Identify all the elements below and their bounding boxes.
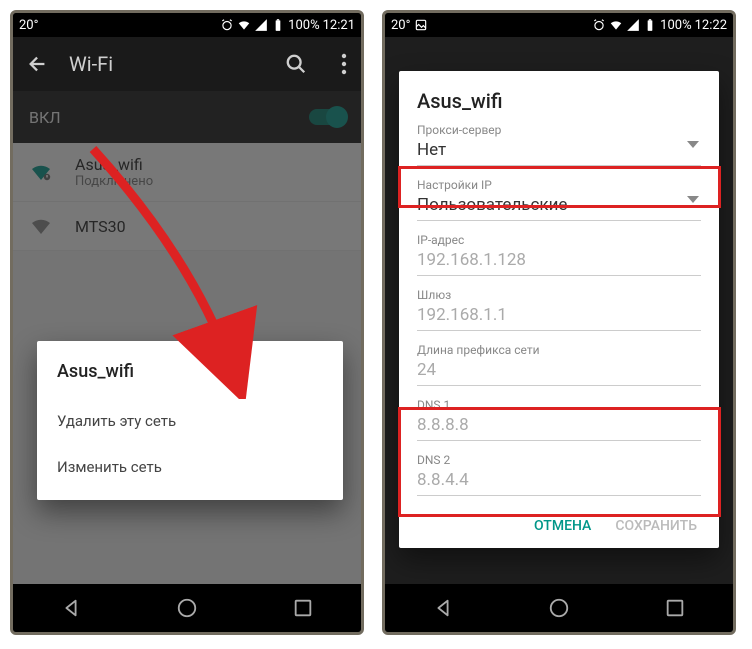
wifi-signal-icon bbox=[29, 160, 53, 184]
network-ssid: Asus_wifi bbox=[75, 155, 345, 174]
save-button[interactable]: СОХРАНИТЬ bbox=[615, 518, 697, 534]
network-row[interactable]: Asus_wifi Подключено bbox=[13, 143, 361, 202]
dropdown-icon bbox=[687, 196, 699, 204]
gateway-label: Шлюз bbox=[417, 288, 701, 302]
network-row[interactable]: MTS30 bbox=[13, 202, 361, 251]
proxy-field[interactable]: Прокси-сервер Нет bbox=[417, 123, 701, 166]
battery-icon bbox=[643, 18, 657, 32]
dialog-actions: ОТМЕНА СОХРАНИТЬ bbox=[417, 508, 701, 540]
proxy-value: Нет bbox=[417, 137, 701, 166]
temperature: 20° bbox=[19, 18, 38, 33]
nav-home-icon[interactable] bbox=[548, 597, 570, 619]
back-icon[interactable] bbox=[27, 53, 49, 75]
page-title: Wi-Fi bbox=[69, 52, 265, 76]
dns1-value: 8.8.8.8 bbox=[417, 412, 701, 441]
alarm-icon bbox=[220, 18, 234, 32]
dns1-label: DNS 1 bbox=[417, 398, 701, 412]
wifi-toggle[interactable] bbox=[309, 109, 345, 125]
menu-item-modify[interactable]: Изменить сеть bbox=[57, 444, 323, 490]
prefix-value: 24 bbox=[417, 357, 701, 386]
context-menu-dialog: Asus_wifi Удалить эту сеть Изменить сеть bbox=[37, 341, 343, 500]
phone-screen-2: 20° 100% 12:22 Asus_wifi Прокси-сервер Н… bbox=[382, 10, 736, 635]
ip-settings-value: Пользовательские bbox=[417, 192, 701, 221]
nav-bar bbox=[385, 584, 733, 632]
nav-home-icon[interactable] bbox=[176, 597, 198, 619]
nav-back-icon[interactable] bbox=[60, 597, 82, 619]
battery-percent: 100% bbox=[288, 18, 319, 33]
nav-back-icon[interactable] bbox=[432, 597, 454, 619]
dns1-field[interactable]: DNS 1 8.8.8.8 bbox=[417, 398, 701, 441]
gateway-field[interactable]: Шлюз 192.168.1.1 bbox=[417, 288, 701, 331]
network-ssid: MTS30 bbox=[75, 217, 345, 236]
prefix-field[interactable]: Длина префикса сети 24 bbox=[417, 343, 701, 386]
ip-address-value: 192.168.1.128 bbox=[417, 247, 701, 276]
battery-icon bbox=[271, 18, 285, 32]
wifi-icon bbox=[609, 18, 623, 32]
dns2-field[interactable]: DNS 2 8.8.4.4 bbox=[417, 453, 701, 496]
proxy-label: Прокси-сервер bbox=[417, 123, 701, 137]
signal-icon bbox=[626, 18, 640, 32]
clock: 12:21 bbox=[323, 18, 355, 33]
dropdown-icon bbox=[687, 141, 699, 149]
cancel-button[interactable]: ОТМЕНА bbox=[534, 518, 591, 534]
more-icon[interactable] bbox=[341, 53, 347, 75]
status-bar: 20° 100% 12:22 bbox=[385, 13, 733, 37]
search-icon[interactable] bbox=[285, 53, 307, 75]
screenshot-icon bbox=[414, 18, 428, 32]
ip-settings-label: Настройки IP bbox=[417, 178, 701, 192]
signal-icon bbox=[254, 18, 268, 32]
nav-recent-icon[interactable] bbox=[292, 597, 314, 619]
network-status: Подключено bbox=[75, 174, 345, 189]
menu-item-forget[interactable]: Удалить эту сеть bbox=[57, 398, 323, 444]
temperature: 20° bbox=[391, 18, 410, 33]
content-area: ВКЛ Asus_wifi Подключено MTS30 Asus_wifi… bbox=[13, 91, 361, 584]
prefix-label: Длина префикса сети bbox=[417, 343, 701, 357]
phone-screen-1: 20° 100% 12:21 Wi-Fi ВКЛ Asus_wifi Подкл… bbox=[10, 10, 364, 635]
dns2-value: 8.8.4.4 bbox=[417, 467, 701, 496]
wifi-signal-icon bbox=[29, 214, 53, 238]
wifi-icon bbox=[237, 18, 251, 32]
gateway-value: 192.168.1.1 bbox=[417, 302, 701, 331]
content-area: Asus_wifi Прокси-сервер Нет Настройки IP… bbox=[385, 37, 733, 584]
clock: 12:22 bbox=[695, 18, 727, 33]
dns2-label: DNS 2 bbox=[417, 453, 701, 467]
network-config-dialog: Asus_wifi Прокси-сервер Нет Настройки IP… bbox=[399, 71, 719, 548]
ip-address-label: IP-адрес bbox=[417, 233, 701, 247]
toolbar: Wi-Fi bbox=[13, 37, 361, 91]
nav-recent-icon[interactable] bbox=[664, 597, 686, 619]
status-bar: 20° 100% 12:21 bbox=[13, 13, 361, 37]
dialog-title: Asus_wifi bbox=[57, 361, 323, 382]
battery-percent: 100% bbox=[660, 18, 691, 33]
ip-address-field[interactable]: IP-адрес 192.168.1.128 bbox=[417, 233, 701, 276]
toggle-label: ВКЛ bbox=[29, 108, 309, 127]
dialog-title: Asus_wifi bbox=[417, 89, 701, 113]
wifi-toggle-row[interactable]: ВКЛ bbox=[13, 91, 361, 143]
alarm-icon bbox=[592, 18, 606, 32]
nav-bar bbox=[13, 584, 361, 632]
ip-settings-field[interactable]: Настройки IP Пользовательские bbox=[417, 178, 701, 221]
